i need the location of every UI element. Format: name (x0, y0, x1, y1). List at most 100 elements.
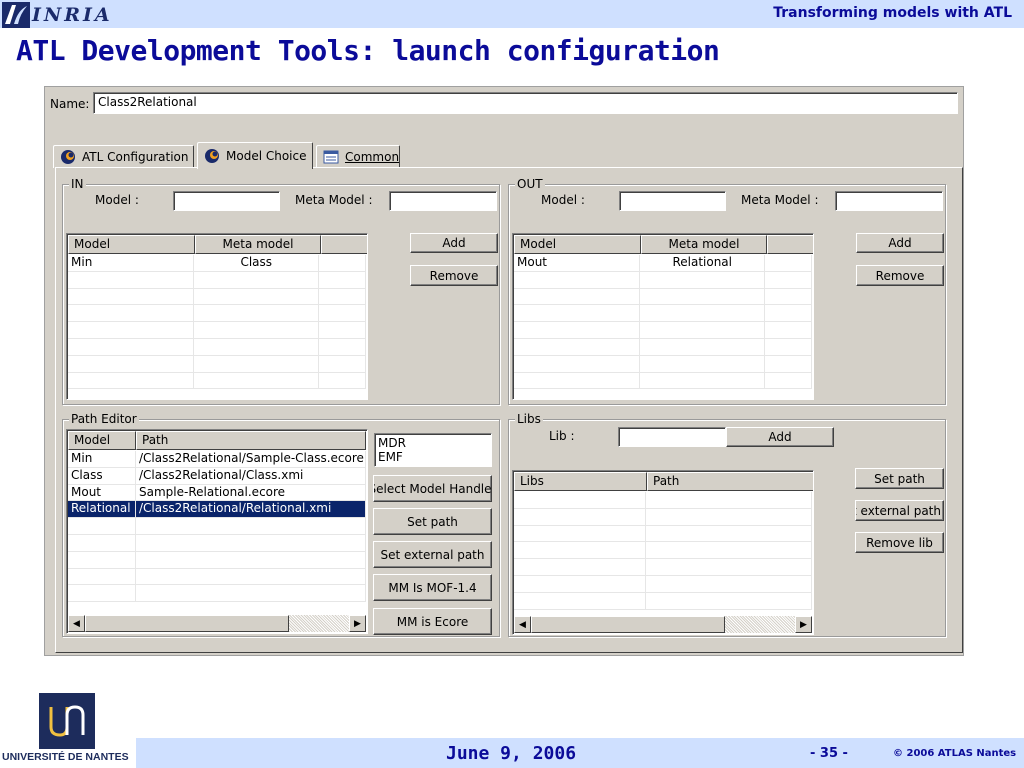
in-model-field[interactable] (173, 191, 280, 211)
tab-atl-configuration[interactable]: ATL Configuration (53, 145, 194, 168)
cell-meta-model: Relational (640, 255, 766, 271)
out-meta-model-field[interactable] (835, 191, 943, 211)
libs-set-external-path-button[interactable]: Set external path (855, 500, 944, 521)
cell-empty (640, 271, 766, 288)
libs-set-path-button[interactable]: Set path (855, 468, 944, 489)
scroll-thumb[interactable] (531, 616, 725, 633)
cell-empty (136, 534, 366, 551)
handler-option-mdr[interactable]: MDR (378, 436, 488, 450)
libs-hscrollbar[interactable]: ◀ ▶ (514, 616, 812, 633)
out-remove-button[interactable]: Remove (856, 265, 944, 286)
cell-empty (646, 592, 812, 609)
cell-empty (765, 322, 812, 339)
in-meta-model-field[interactable] (389, 191, 497, 211)
lib-field[interactable] (618, 427, 726, 447)
cell-empty (194, 271, 320, 288)
name-field[interactable]: Class2Relational (93, 92, 958, 114)
table-row (68, 372, 366, 390)
lib-add-button[interactable]: Add (726, 427, 834, 447)
table-row-selected[interactable]: Relational /Class2Relational/Relational.… (68, 501, 366, 519)
table-row (68, 551, 366, 569)
set-external-path-button[interactable]: Set external path (373, 541, 492, 568)
scroll-left-icon[interactable]: ◀ (68, 615, 85, 632)
column-header-model[interactable]: Model (68, 431, 136, 450)
cell-empty (640, 372, 766, 389)
common-icon (323, 149, 339, 165)
path-editor-hscrollbar[interactable]: ◀ ▶ (68, 615, 366, 632)
table-row[interactable]: Mout Relational (514, 255, 812, 272)
cell-meta-model: Class (194, 255, 320, 271)
tab-model-choice[interactable]: Model Choice (197, 142, 313, 169)
model-handler-list[interactable]: MDR EMF (374, 433, 492, 467)
table-row (514, 559, 812, 576)
remove-lib-button[interactable]: Remove lib (855, 532, 944, 553)
cell-empty (319, 271, 366, 288)
table-row[interactable]: Class /Class2Relational/Class.xmi (68, 467, 366, 485)
cell-empty (194, 372, 320, 389)
cell-model: Class (68, 467, 136, 484)
cell-model: Min (68, 451, 136, 467)
cell-empty (765, 338, 812, 355)
out-add-button[interactable]: Add (856, 233, 944, 253)
cell-empty (765, 372, 812, 389)
cell-empty (136, 568, 366, 585)
cell-path: Sample-Relational.ecore (136, 484, 366, 501)
cell-empty (68, 568, 136, 585)
cell-empty (646, 542, 812, 559)
scroll-left-icon[interactable]: ◀ (514, 616, 531, 633)
cell-empty (319, 305, 366, 322)
table-row[interactable]: Min /Class2Relational/Sample-Class.ecore (68, 451, 366, 468)
table-header: Model Meta model (514, 235, 813, 254)
column-header-path[interactable]: Path (136, 431, 366, 450)
inria-logo: INRIA (2, 1, 113, 28)
table-row[interactable]: Min Class (68, 255, 366, 272)
out-model-field[interactable] (619, 191, 726, 211)
mm-is-mof-button[interactable]: MM Is MOF-1.4 (373, 574, 492, 601)
table-row[interactable]: Mout Sample-Relational.ecore (68, 484, 366, 502)
cell-empty (136, 585, 366, 602)
cell-empty (514, 372, 641, 389)
scroll-right-icon[interactable]: ▶ (795, 616, 812, 633)
cell-empty (68, 551, 136, 568)
column-header-meta-model[interactable]: Meta model (195, 235, 321, 254)
column-header-model[interactable]: Model (68, 235, 195, 254)
out-group-title: OUT (515, 177, 545, 191)
table-row (514, 288, 812, 306)
in-add-button[interactable]: Add (410, 233, 498, 253)
scroll-track[interactable] (725, 616, 795, 633)
scroll-track[interactable] (289, 615, 349, 632)
table-row (514, 271, 812, 289)
scroll-thumb[interactable] (85, 615, 289, 632)
table-row (68, 271, 366, 289)
set-path-button[interactable]: Set path (373, 508, 492, 535)
cell-empty (640, 322, 766, 339)
mm-is-ecore-button[interactable]: MM is Ecore (373, 608, 492, 635)
cell-path: /Class2Relational/Class.xmi (136, 467, 366, 484)
cell-empty (514, 492, 647, 508)
column-header-libs[interactable]: Libs (514, 472, 647, 491)
name-label: Name: (50, 97, 90, 111)
libs-table[interactable]: Libs Path ◀ ▶ (512, 470, 814, 635)
slide-title: ATL Development Tools: launch configurat… (16, 34, 720, 67)
path-editor-table[interactable]: Model Path Min /Class2Relational/Sample-… (66, 429, 368, 634)
column-header-meta-model[interactable]: Meta model (641, 235, 767, 254)
out-meta-model-label: Meta Model : (741, 193, 819, 207)
handler-option-emf[interactable]: EMF (378, 450, 488, 464)
select-model-handler-button[interactable]: Select Model Handler (373, 475, 492, 502)
scroll-right-icon[interactable]: ▶ (349, 615, 366, 632)
cell-empty (514, 338, 641, 355)
cell-empty (765, 355, 812, 372)
tab-common[interactable]: Common (316, 145, 400, 168)
out-models-table[interactable]: Model Meta model Mout Relational (512, 233, 814, 400)
column-header-path[interactable]: Path (647, 472, 813, 491)
column-header-model[interactable]: Model (514, 235, 641, 254)
in-remove-button[interactable]: Remove (410, 265, 498, 286)
header-subject: Transforming models with ATL (773, 5, 1012, 21)
cell-empty (646, 492, 812, 508)
cell-empty (514, 305, 641, 322)
in-models-table[interactable]: Model Meta model Min Class (66, 233, 368, 400)
cell-empty (194, 322, 320, 339)
inria-logo-text: INRIA (32, 3, 113, 26)
table-row (68, 288, 366, 306)
footer-bar (136, 738, 1024, 768)
